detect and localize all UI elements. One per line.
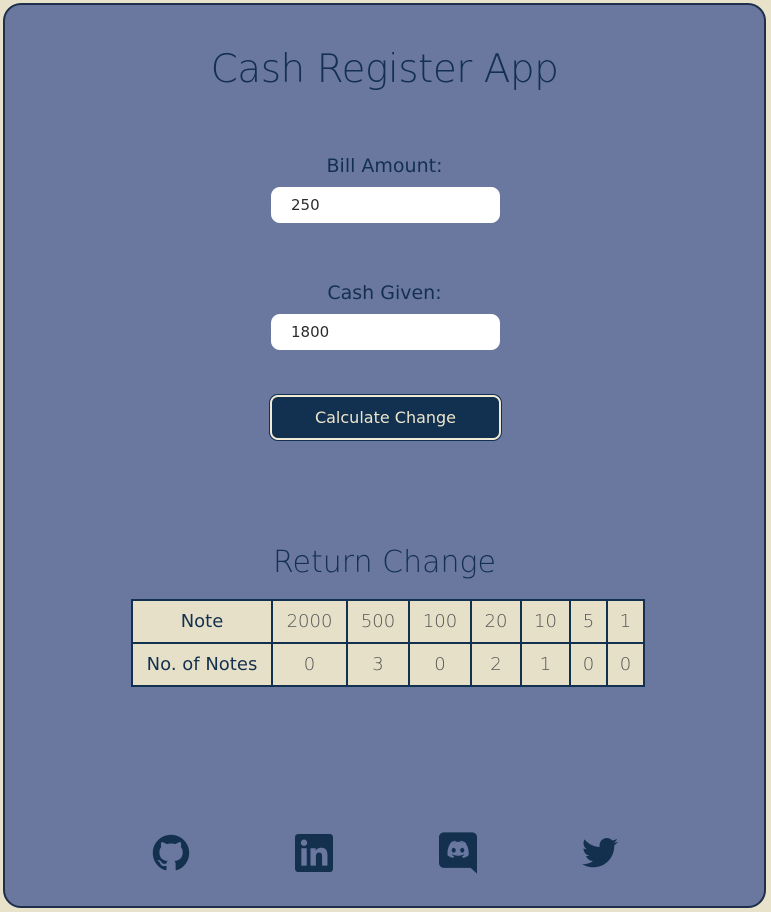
change-table: Note 2000 500 100 20 10 5 1 No. of Notes… [131,599,645,687]
table-row-notes: Note 2000 500 100 20 10 5 1 [131,599,645,644]
discord-icon[interactable] [438,832,478,874]
row-header-note: Note [131,599,273,644]
count-cell: 2 [470,642,522,687]
return-change-title: Return Change [273,545,496,580]
note-cell: 5 [569,599,608,644]
note-cell: 1 [606,599,645,644]
bill-amount-input[interactable] [271,187,500,223]
bill-amount-label: Bill Amount: [326,155,443,177]
github-icon[interactable] [151,832,191,874]
linkedin-icon[interactable] [294,832,334,874]
count-cell: 0 [408,642,472,687]
count-cell: 0 [606,642,645,687]
count-cell: 1 [520,642,571,687]
note-cell: 100 [408,599,472,644]
note-cell: 20 [470,599,522,644]
twitter-icon[interactable] [580,832,620,874]
cash-given-input[interactable] [271,314,500,350]
page-title: Cash Register App [210,47,559,92]
count-cell: 3 [346,642,410,687]
row-header-count: No. of Notes [131,642,273,687]
count-cell: 0 [569,642,608,687]
table-row-counts: No. of Notes 0 3 0 2 1 0 0 [131,642,645,687]
cash-given-label: Cash Given: [327,282,442,304]
count-cell: 0 [271,642,348,687]
note-cell: 10 [520,599,571,644]
app-card: Cash Register App Bill Amount: Cash Give… [3,3,766,908]
note-cell: 2000 [271,599,348,644]
note-cell: 500 [346,599,410,644]
calculate-change-button[interactable]: Calculate Change [270,395,501,440]
